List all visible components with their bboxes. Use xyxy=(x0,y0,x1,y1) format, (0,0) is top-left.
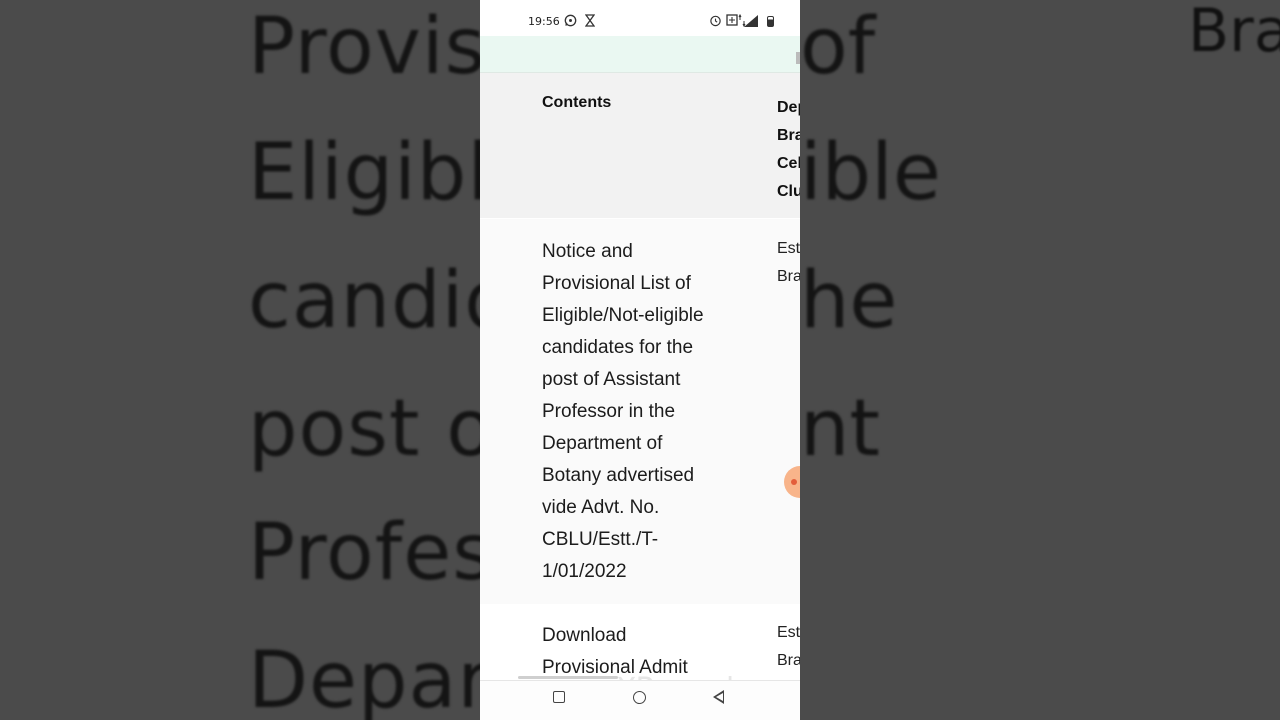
hourglass-icon xyxy=(584,14,596,30)
row-department-cell: Est Bra xyxy=(777,619,800,675)
table-header-row xyxy=(480,73,800,218)
cell-line: Est xyxy=(777,240,800,257)
alarm-icon xyxy=(709,14,722,30)
row-department-cell: Est Bra xyxy=(777,235,800,291)
row-contents-text[interactable]: Notice and Provisional List of Eligible/… xyxy=(542,236,722,588)
status-time: 19:56 xyxy=(528,15,560,28)
bg-text-fragment: ible xyxy=(800,128,941,218)
bg-corner-text: Bra xyxy=(1188,0,1280,66)
column-header-department: Dep Bra Cel Clu xyxy=(777,94,800,206)
bg-text-line: candid xyxy=(248,256,515,346)
header-line: Bra xyxy=(777,127,800,144)
bg-text-fragment: of xyxy=(800,2,876,92)
column-header-contents: Contents xyxy=(542,94,612,111)
page-header-strip xyxy=(480,36,800,73)
battery-icon xyxy=(767,16,774,27)
cell-line: Bra xyxy=(777,268,800,285)
bg-text-fragment: he xyxy=(800,256,898,346)
cell-line: Bra xyxy=(777,652,800,669)
cell-line: Est xyxy=(777,624,800,641)
header-line: Cel xyxy=(777,155,800,172)
signal-icon xyxy=(744,15,758,27)
bg-text-line: Provisi xyxy=(248,2,509,92)
status-bar: 19:56 xyxy=(480,0,800,36)
bg-text-fragment: nt xyxy=(800,384,881,474)
row-contents-text[interactable]: Download Provisional Admit xyxy=(542,620,722,684)
data-saver-icon xyxy=(726,14,738,29)
horizontal-scroll-indicator[interactable] xyxy=(796,52,800,64)
header-line: Clu xyxy=(777,183,800,200)
header-line: Dep xyxy=(777,99,800,116)
whatsapp-icon xyxy=(564,14,577,30)
